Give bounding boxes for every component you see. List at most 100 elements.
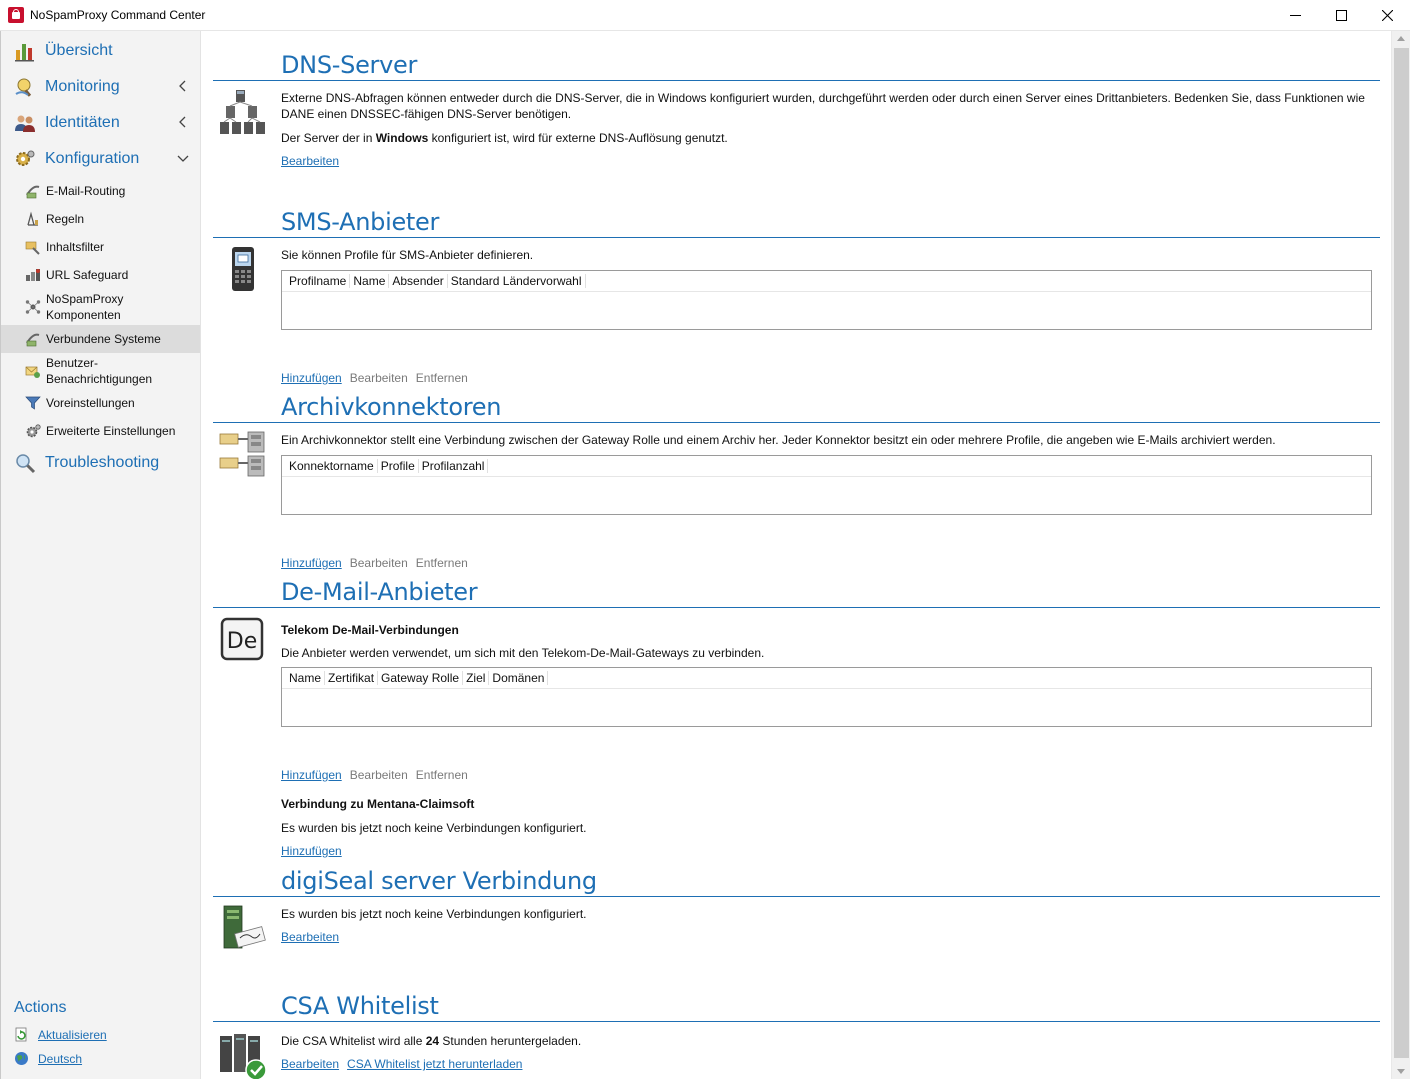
archive-connectors-table[interactable]: Konnektorname Profile Profilanzahl [281, 455, 1372, 515]
section-divider [213, 422, 1380, 423]
column-header[interactable]: Zertifikat [325, 671, 379, 685]
section-divider [213, 1021, 1380, 1022]
sidebar-item-label: URL Safeguard [46, 268, 129, 282]
sidebar-item-regeln[interactable]: Regeln [1, 205, 200, 233]
csa-whitelist-servers-icon [220, 1034, 267, 1079]
column-header[interactable]: Absender [389, 274, 448, 288]
sidebar-item-nospamproxy-komponenten[interactable]: NoSpamProxy Komponenten [1, 289, 200, 325]
nav-identitaeten[interactable]: Identitäten [1, 105, 200, 141]
chevron-left-icon [179, 116, 186, 128]
sidebar: Übersicht Monitoring Identitäten Konfigu… [0, 31, 201, 1079]
demail-add-link[interactable]: Hinzufügen [281, 768, 342, 782]
globe-icon [15, 1052, 28, 1065]
demail-mentana-add-link[interactable]: Hinzufügen [281, 844, 342, 858]
archive-add-link[interactable]: Hinzufügen [281, 556, 342, 570]
section-divider [213, 237, 1380, 238]
digiseal-body: Es wurden bis jetzt noch keine Verbindun… [281, 906, 1373, 944]
action-aktualisieren-link[interactable]: Aktualisieren [38, 1028, 107, 1042]
sidebar-item-label: Voreinstellungen [46, 396, 135, 410]
nav-uebersicht[interactable]: Übersicht [1, 33, 200, 69]
chevron-left-icon [179, 80, 186, 92]
sidebar-item-inhaltsfilter[interactable]: Inhaltsfilter [1, 233, 200, 261]
sms-description: Sie können Profile für SMS-Anbieter defi… [281, 248, 534, 262]
scroll-up-arrow-icon[interactable] [1397, 36, 1405, 41]
nav-identitaeten-label: Identitäten [45, 114, 120, 131]
scroll-thumb[interactable] [1394, 48, 1409, 1058]
dns-edit-link[interactable]: Bearbeiten [281, 154, 339, 168]
demail-mentana-status: Es wurden bis jetzt noch keine Verbindun… [281, 821, 587, 835]
action-deutsch-link[interactable]: Deutsch [38, 1052, 82, 1066]
monitoring-icon [15, 78, 32, 97]
sidebar-item-label: Inhaltsfilter [46, 240, 105, 254]
column-header[interactable]: Profilanzahl [419, 459, 489, 473]
url-safeguard-icon [26, 269, 40, 281]
nav-monitoring-label: Monitoring [45, 78, 120, 95]
table-header: Profilname Name Absender Standard Länder… [282, 271, 1371, 292]
sidebar-item-url-safeguard[interactable]: URL Safeguard [1, 261, 200, 289]
components-icon [25, 300, 41, 314]
svg-text:De: De [227, 629, 257, 654]
sms-body: Sie können Profile für SMS-Anbieter defi… [281, 247, 1373, 263]
sidebar-item-email-routing[interactable]: E-Mail-Routing [1, 177, 200, 205]
demail-mentana-body: Verbindung zu Mentana-Claimsoft Es wurde… [281, 796, 1373, 858]
refresh-icon [15, 1027, 27, 1042]
close-button[interactable] [1364, 0, 1410, 31]
column-header[interactable]: Ziel [463, 671, 490, 685]
section-divider [213, 80, 1380, 81]
de-mail-logo-icon: De [220, 617, 264, 661]
demail-edit-disabled: Bearbeiten [349, 768, 408, 782]
sidebar-item-label: Regeln [46, 212, 85, 226]
sms-add-link[interactable]: Hinzufügen [281, 371, 342, 385]
sidebar-item-benutzer-benachrichtigungen[interactable]: Benutzer- Benachrichtigungen [1, 353, 200, 389]
nav-konfiguration[interactable]: Konfiguration [1, 141, 200, 177]
close-icon [1381, 10, 1393, 21]
title-bar: NoSpamProxy Command Center [0, 0, 1410, 31]
column-header[interactable]: Konnektorname [286, 459, 378, 473]
archive-edit-disabled: Bearbeiten [349, 556, 408, 570]
routing-icon [26, 185, 40, 199]
magnifier-icon [16, 454, 36, 474]
scroll-down-arrow-icon[interactable] [1397, 1069, 1405, 1074]
vertical-scrollbar[interactable] [1391, 31, 1410, 1079]
column-header[interactable]: Gateway Rolle [378, 671, 464, 685]
sidebar-item-label: E-Mail-Routing [46, 184, 126, 198]
action-deutsch[interactable]: Deutsch [14, 1051, 82, 1066]
column-header[interactable]: Name [286, 671, 326, 685]
sidebar-item-verbundene-systeme[interactable]: Verbundene Systeme [1, 325, 200, 353]
digiseal-status: Es wurden bis jetzt noch keine Verbindun… [281, 907, 587, 921]
csa-download-link[interactable]: CSA Whitelist jetzt herunterladen [347, 1057, 522, 1071]
digiseal-edit-link[interactable]: Bearbeiten [281, 930, 339, 944]
section-title: CSA Whitelist [281, 992, 439, 1020]
dns-body: Externe DNS-Abfragen können entweder dur… [281, 90, 1373, 168]
main-content: DNS-Server Externe DNS-Abfragen können e… [202, 31, 1391, 1079]
column-header[interactable]: Profile [378, 459, 419, 473]
filter-funnel-icon [25, 396, 41, 410]
demail-providers-table[interactable]: Name Zertifikat Gateway Rolle Ziel Domän… [281, 667, 1372, 727]
table-header: Konnektorname Profile Profilanzahl [282, 456, 1371, 477]
minimize-button[interactable] [1272, 0, 1318, 31]
sidebar-item-erweiterte-einstellungen[interactable]: Erweiterte Einstellungen [1, 417, 200, 445]
dns-status: Der Server der in Windows konfiguriert i… [281, 131, 728, 145]
column-header[interactable]: Standard Ländervorwahl [448, 274, 586, 288]
section-title: DNS-Server [281, 51, 418, 79]
sms-edit-disabled: Bearbeiten [349, 371, 408, 385]
sms-remove-disabled: Entfernen [415, 371, 468, 385]
nav-konfiguration-label: Konfiguration [45, 150, 140, 167]
sms-profiles-table[interactable]: Profilname Name Absender Standard Länder… [281, 270, 1372, 330]
dns-servers-icon [220, 90, 265, 134]
column-header[interactable]: Name [350, 274, 390, 288]
section-title: Archivkonnektoren [281, 393, 502, 421]
minimize-icon [1289, 15, 1301, 16]
action-aktualisieren[interactable]: Aktualisieren [14, 1027, 107, 1042]
nav-troubleshooting[interactable]: Troubleshooting [1, 445, 200, 481]
column-header[interactable]: Profilname [286, 274, 351, 288]
window-title: NoSpamProxy Command Center [30, 8, 206, 22]
nav-monitoring[interactable]: Monitoring [1, 69, 200, 105]
window-controls [1272, 0, 1410, 31]
maximize-button[interactable] [1318, 0, 1364, 31]
csa-edit-link[interactable]: Bearbeiten [281, 1057, 339, 1071]
column-header[interactable]: Domänen [489, 671, 549, 685]
archive-remove-disabled: Entfernen [415, 556, 468, 570]
sidebar-item-voreinstellungen[interactable]: Voreinstellungen [1, 389, 200, 417]
demail-remove-disabled: Entfernen [415, 768, 468, 782]
